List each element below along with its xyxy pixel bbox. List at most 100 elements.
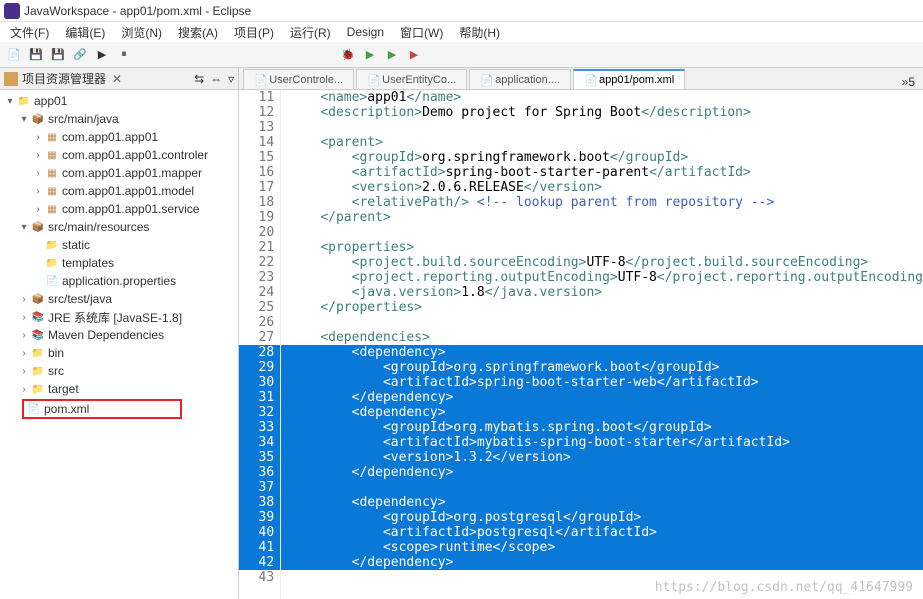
menu-item[interactable]: 项目(P) [228,23,280,42]
tree-label: Maven Dependencies [48,328,164,342]
tree-node[interactable]: 📁static [0,236,238,254]
tree-node[interactable]: ›📁bin [0,344,238,362]
editor-tab[interactable]: 📄application.... [469,69,571,89]
tree-node[interactable]: ›▦com.app01.app01.service [0,200,238,218]
run2-icon[interactable]: ▶ [382,45,402,65]
menu-item[interactable]: 浏览(N) [115,23,168,42]
tree-node[interactable]: ▾📦src/main/java [0,110,238,128]
tree-node[interactable]: ›📚JRE 系统库 [JavaSE-1.8] [0,308,238,326]
twisty-icon[interactable]: › [32,132,44,143]
run-icon[interactable]: ▶ [92,45,112,65]
menu-item[interactable]: 帮助(H) [453,23,506,42]
twisty-icon[interactable]: › [18,348,30,359]
folder-icon: 📁 [30,346,46,360]
menu-item[interactable]: 搜索(A) [172,23,224,42]
toolbar: 📄 💾 💾 🔗 ▶ ⏸ 🐞 ▶ ▶ ▶ [0,42,923,68]
explorer-icon [4,72,18,86]
menubar: 文件(F)编辑(E)浏览(N)搜索(A)项目(P)运行(R)Design窗口(W… [0,22,923,42]
tree-label: static [62,238,90,252]
twisty-icon[interactable]: ▾ [18,222,30,233]
tab-label: UserControle... [269,74,343,86]
link-icon[interactable]: ⇔ [210,72,222,86]
tree-node[interactable]: ›▦com.app01.app01.model [0,182,238,200]
tree-node[interactable]: ›▦com.app01.app01.controler [0,146,238,164]
tree-label: com.app01.app01.model [62,184,194,198]
package-icon: ▦ [44,184,60,198]
debug-icon[interactable]: 🐞 [338,45,358,65]
package-icon: ▦ [44,166,60,180]
menu-item[interactable]: 窗口(W) [394,23,449,42]
tree-node[interactable]: ›📦src/test/java [0,290,238,308]
new-icon[interactable]: 📄 [4,45,24,65]
srcfolder-icon: 📦 [30,220,46,234]
file-icon: 📄 [584,74,596,86]
save-all-icon[interactable]: 💾 [48,45,68,65]
package-icon: ▦ [44,130,60,144]
tree-label: target [48,382,79,396]
collapse-all-icon[interactable]: ⇆ [194,72,204,86]
folder-icon: 📚 [30,328,46,342]
folder-icon: 📁 [16,94,32,108]
tree-label: app01 [34,94,67,108]
twisty-icon[interactable]: › [18,366,30,377]
tree-node[interactable]: ›📁target [0,380,238,398]
tree-node[interactable]: ▾📦src/main/resources [0,218,238,236]
twisty-icon[interactable]: › [18,294,30,305]
editor-tab[interactable]: 📄UserEntityCo... [356,69,467,89]
twisty-icon[interactable]: › [32,168,44,179]
tree-label: src/main/resources [48,220,149,234]
file-icon: 📄 [367,74,379,86]
file-icon: 📄 [480,74,492,86]
close-panel-icon[interactable]: ✕ [112,72,122,86]
file-icon: 📄 [44,274,60,288]
tree-node[interactable]: 📁templates [0,254,238,272]
highlighted-pom[interactable]: 📄pom.xml [22,399,182,419]
editor-tabs: 📄UserControle...📄UserEntityCo...📄applica… [239,68,923,90]
project-explorer: 项目资源管理器 ✕ ⇆ ⇔ ▿ ▾📁app01▾📦src/main/java›▦… [0,68,239,599]
menu-item[interactable]: 文件(F) [4,23,55,42]
toggle-icon[interactable]: 🔗 [70,45,90,65]
editor: 📄UserControle...📄UserEntityCo...📄applica… [239,68,923,599]
tree-label: com.app01.app01 [62,130,158,144]
code-area[interactable]: 1112131415161718192021222324252627282930… [239,90,923,599]
tree-label: templates [62,256,114,270]
tree-node[interactable]: ›📚Maven Dependencies [0,326,238,344]
menu-item[interactable]: 运行(R) [284,23,337,42]
twisty-icon[interactable]: ▾ [18,114,30,125]
tree-node[interactable]: ›▦com.app01.app01 [0,128,238,146]
tree-node[interactable]: ›▦com.app01.app01.mapper [0,164,238,182]
folder-icon: 📁 [44,238,60,252]
tab-label: UserEntityCo... [382,74,456,86]
window-title: JavaWorkspace - app01/pom.xml - Eclipse [24,4,251,18]
tree-label: src [48,364,64,378]
twisty-icon[interactable]: › [18,384,30,395]
play-icon[interactable]: ▶ [360,45,380,65]
editor-tab[interactable]: 📄UserControle... [243,69,354,89]
filter-icon[interactable]: ▿ [228,72,234,86]
twisty-icon[interactable]: › [32,186,44,197]
menu-item[interactable]: 编辑(E) [59,23,111,42]
more-tabs[interactable]: »5 [894,75,923,89]
editor-tab[interactable]: 📄app01/pom.xml [573,69,685,89]
srcfolder-icon: 📦 [30,292,46,306]
tree-label: src/main/java [48,112,119,126]
code-lines[interactable]: <name>app01</name> <description>Demo pro… [281,90,923,599]
tree-node[interactable]: ▾📁app01 [0,92,238,110]
twisty-icon[interactable]: › [18,330,30,341]
twisty-icon[interactable]: › [32,204,44,215]
tree-node[interactable]: 📄application.properties [0,272,238,290]
tree-label: com.app01.app01.controler [62,148,208,162]
twisty-icon[interactable]: › [18,312,30,323]
ext-icon[interactable]: ▶ [404,45,424,65]
twisty-icon[interactable]: › [32,150,44,161]
save-icon[interactable]: 💾 [26,45,46,65]
twisty-icon[interactable]: ▾ [4,96,16,107]
gutter: 1112131415161718192021222324252627282930… [239,90,281,599]
tree[interactable]: ▾📁app01▾📦src/main/java›▦com.app01.app01›… [0,90,238,599]
menu-item[interactable]: Design [341,24,390,40]
pause-icon[interactable]: ⏸ [114,45,134,65]
eclipse-icon [4,3,20,19]
folder-icon: 📁 [44,256,60,270]
tree-node[interactable]: ›📁src [0,362,238,380]
package-icon: ▦ [44,148,60,162]
